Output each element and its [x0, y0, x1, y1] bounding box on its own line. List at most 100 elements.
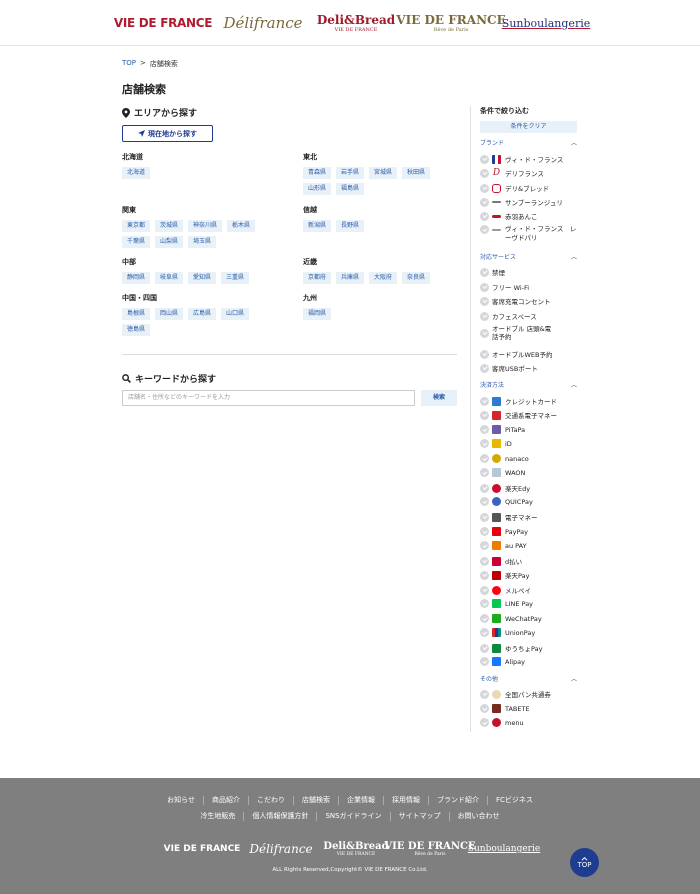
- clear-filters-button[interactable]: 条件をクリア: [480, 121, 577, 133]
- footer-brand-deli-bread[interactable]: Deli&Bread VIE DE FRANCE: [322, 840, 390, 858]
- footer-link[interactable]: サイトマップ: [389, 812, 449, 821]
- footer-brand-viedefrance[interactable]: VIE DE FRANCE: [164, 840, 241, 858]
- filter-item[interactable]: 禁煙: [480, 267, 505, 277]
- brand-logo-sunboulangerie[interactable]: Sunboulangerie: [502, 10, 590, 36]
- footer-link[interactable]: 採用情報: [382, 796, 428, 805]
- footer-link[interactable]: 個人情報保護方針: [243, 812, 316, 821]
- region-name: 関東: [122, 206, 136, 214]
- pref-chip[interactable]: 大阪府: [369, 272, 398, 284]
- pref-chip[interactable]: 千葉県: [122, 236, 151, 248]
- footer-link[interactable]: 商品紹介: [202, 796, 248, 805]
- filter-item[interactable]: 客席USBポート: [480, 363, 538, 373]
- brand-logo-viedefrance[interactable]: VIE DE FRANCE: [114, 10, 213, 36]
- back-to-top-button[interactable]: TOP: [570, 848, 599, 877]
- filter-group-header[interactable]: その他 ︿: [480, 675, 577, 685]
- pref-chip[interactable]: 愛知県: [188, 272, 217, 284]
- footer-link[interactable]: ブランド紹介: [427, 796, 487, 805]
- brand-logo-reve-de-paris[interactable]: VIE DE FRANCE Rêve de Paris: [396, 10, 505, 36]
- brand-logo-delifrance[interactable]: Délifrance: [222, 10, 304, 36]
- filter-item[interactable]: TABETE: [480, 704, 530, 713]
- filter-item[interactable]: ヴィ・ド・フランス レーヴドパリ: [480, 225, 580, 243]
- pref-chip[interactable]: 岐阜県: [155, 272, 184, 284]
- filter-item[interactable]: メルペイ: [480, 585, 531, 595]
- pref-chip[interactable]: 岡山県: [155, 308, 184, 320]
- filter-item[interactable]: WAON: [480, 468, 525, 477]
- pref-chip[interactable]: 岩手県: [336, 167, 365, 179]
- filter-item[interactable]: PiTaPa: [480, 425, 525, 434]
- pref-chip[interactable]: 埼玉県: [188, 236, 217, 248]
- filter-item[interactable]: Alipay: [480, 657, 525, 666]
- pref-chip[interactable]: 青森県: [303, 167, 332, 179]
- pref-chip[interactable]: 宮城県: [369, 167, 398, 179]
- keyword-input[interactable]: 店舗名・住所などのキーワードを入力: [122, 390, 415, 406]
- filter-item[interactable]: 全国パン共通券: [480, 689, 551, 699]
- footer-link[interactable]: 冷生地販売: [192, 812, 243, 821]
- pref-chip[interactable]: 栃木県: [227, 220, 256, 232]
- filter-item[interactable]: 楽天Edy: [480, 483, 530, 493]
- pref-chip[interactable]: 神奈川県: [188, 220, 223, 232]
- filter-item[interactable]: LINE Pay: [480, 599, 533, 608]
- filter-item[interactable]: au PAY: [480, 541, 527, 550]
- filter-item[interactable]: UnionPay: [480, 628, 535, 637]
- pref-chip[interactable]: 徳島県: [122, 324, 151, 336]
- footer-link[interactable]: SNSガイドライン: [316, 812, 389, 821]
- filter-item[interactable]: サンブーランジュリ: [480, 197, 563, 207]
- pref-chip[interactable]: 北海道: [122, 167, 151, 179]
- filter-item[interactable]: ヴィ・ド・フランス: [480, 154, 563, 164]
- filter-item[interactable]: クレジットカード: [480, 396, 557, 406]
- filter-item[interactable]: カフェスペース: [480, 311, 537, 321]
- pref-chip[interactable]: 島根県: [122, 308, 151, 320]
- footer-link[interactable]: FCビジネス: [486, 796, 541, 805]
- pref-chip[interactable]: 福島県: [336, 183, 365, 195]
- filter-item[interactable]: オードブル 店頭&電話予約: [480, 325, 552, 341]
- pref-chip[interactable]: 京都府: [303, 272, 332, 284]
- filter-item[interactable]: D デリフランス: [480, 168, 544, 178]
- pref-chip[interactable]: 山梨県: [155, 236, 184, 248]
- pref-chip[interactable]: 広島県: [188, 308, 217, 320]
- filter-item[interactable]: デリ&ブレッド: [480, 183, 549, 193]
- filter-item[interactable]: 赤羽あんこ: [480, 211, 538, 221]
- filter-item[interactable]: 楽天Pay: [480, 570, 529, 580]
- filter-item[interactable]: ゆうちょPay: [480, 643, 542, 653]
- filter-item[interactable]: WeChatPay: [480, 614, 542, 623]
- filter-item[interactable]: nanaco: [480, 454, 529, 463]
- filter-item[interactable]: 客席充電コンセント: [480, 296, 551, 306]
- filter-item[interactable]: オードブルWEB予約: [480, 349, 553, 359]
- filter-group-header[interactable]: 対応サービス ︿: [480, 253, 577, 263]
- pref-chip[interactable]: 静岡県: [122, 272, 151, 284]
- filter-item[interactable]: PayPay: [480, 527, 528, 536]
- pref-chip[interactable]: 福岡県: [303, 308, 332, 320]
- pref-chip[interactable]: 新潟県: [303, 220, 332, 232]
- footer-link[interactable]: お問い合わせ: [448, 812, 508, 821]
- filter-item[interactable]: フリー Wi-Fi: [480, 282, 529, 292]
- current-location-button[interactable]: 現在地から探す: [122, 125, 213, 142]
- pref-chip[interactable]: 茨城県: [155, 220, 184, 232]
- filter-item[interactable]: 電子マネー: [480, 512, 538, 522]
- footer-link[interactable]: こだわり: [247, 796, 293, 805]
- filter-item[interactable]: 交通系電子マネー: [480, 410, 557, 420]
- pref-chip[interactable]: 東京都: [122, 220, 151, 232]
- pref-chip[interactable]: 長野県: [336, 220, 365, 232]
- filter-group-header[interactable]: ブランド ︿: [480, 139, 577, 149]
- footer-brand-delifrance[interactable]: Délifrance: [248, 840, 314, 858]
- pref-chip[interactable]: 奈良県: [402, 272, 431, 284]
- footer-brand-sunboulangerie[interactable]: Sunboulangerie: [468, 840, 540, 858]
- footer-link[interactable]: 店舗検索: [292, 796, 338, 805]
- footer-link[interactable]: お知らせ: [159, 796, 203, 805]
- filter-item[interactable]: menu: [480, 718, 524, 727]
- filter-item[interactable]: QUICPay: [480, 497, 533, 506]
- id-icon: [492, 439, 501, 448]
- pref-chip[interactable]: 兵庫県: [336, 272, 365, 284]
- filter-item[interactable]: d払い: [480, 556, 522, 566]
- brand-logo-deli-bread[interactable]: Deli&Bread VIE DE FRANCE: [314, 10, 398, 36]
- pref-chip[interactable]: 山口県: [221, 308, 250, 320]
- footer-brand-reve-de-paris[interactable]: VIE DE FRANCE Rêve de Paris: [384, 840, 475, 858]
- search-button[interactable]: 検索: [421, 390, 457, 406]
- pref-chip[interactable]: 秋田県: [402, 167, 431, 179]
- breadcrumb-home[interactable]: TOP: [122, 59, 136, 69]
- pref-chip[interactable]: 山形県: [303, 183, 332, 195]
- filter-group-header[interactable]: 決済方法 ︿: [480, 381, 577, 391]
- footer-link[interactable]: 企業情報: [337, 796, 383, 805]
- pref-chip[interactable]: 三重県: [221, 272, 250, 284]
- filter-item[interactable]: iD: [480, 439, 512, 448]
